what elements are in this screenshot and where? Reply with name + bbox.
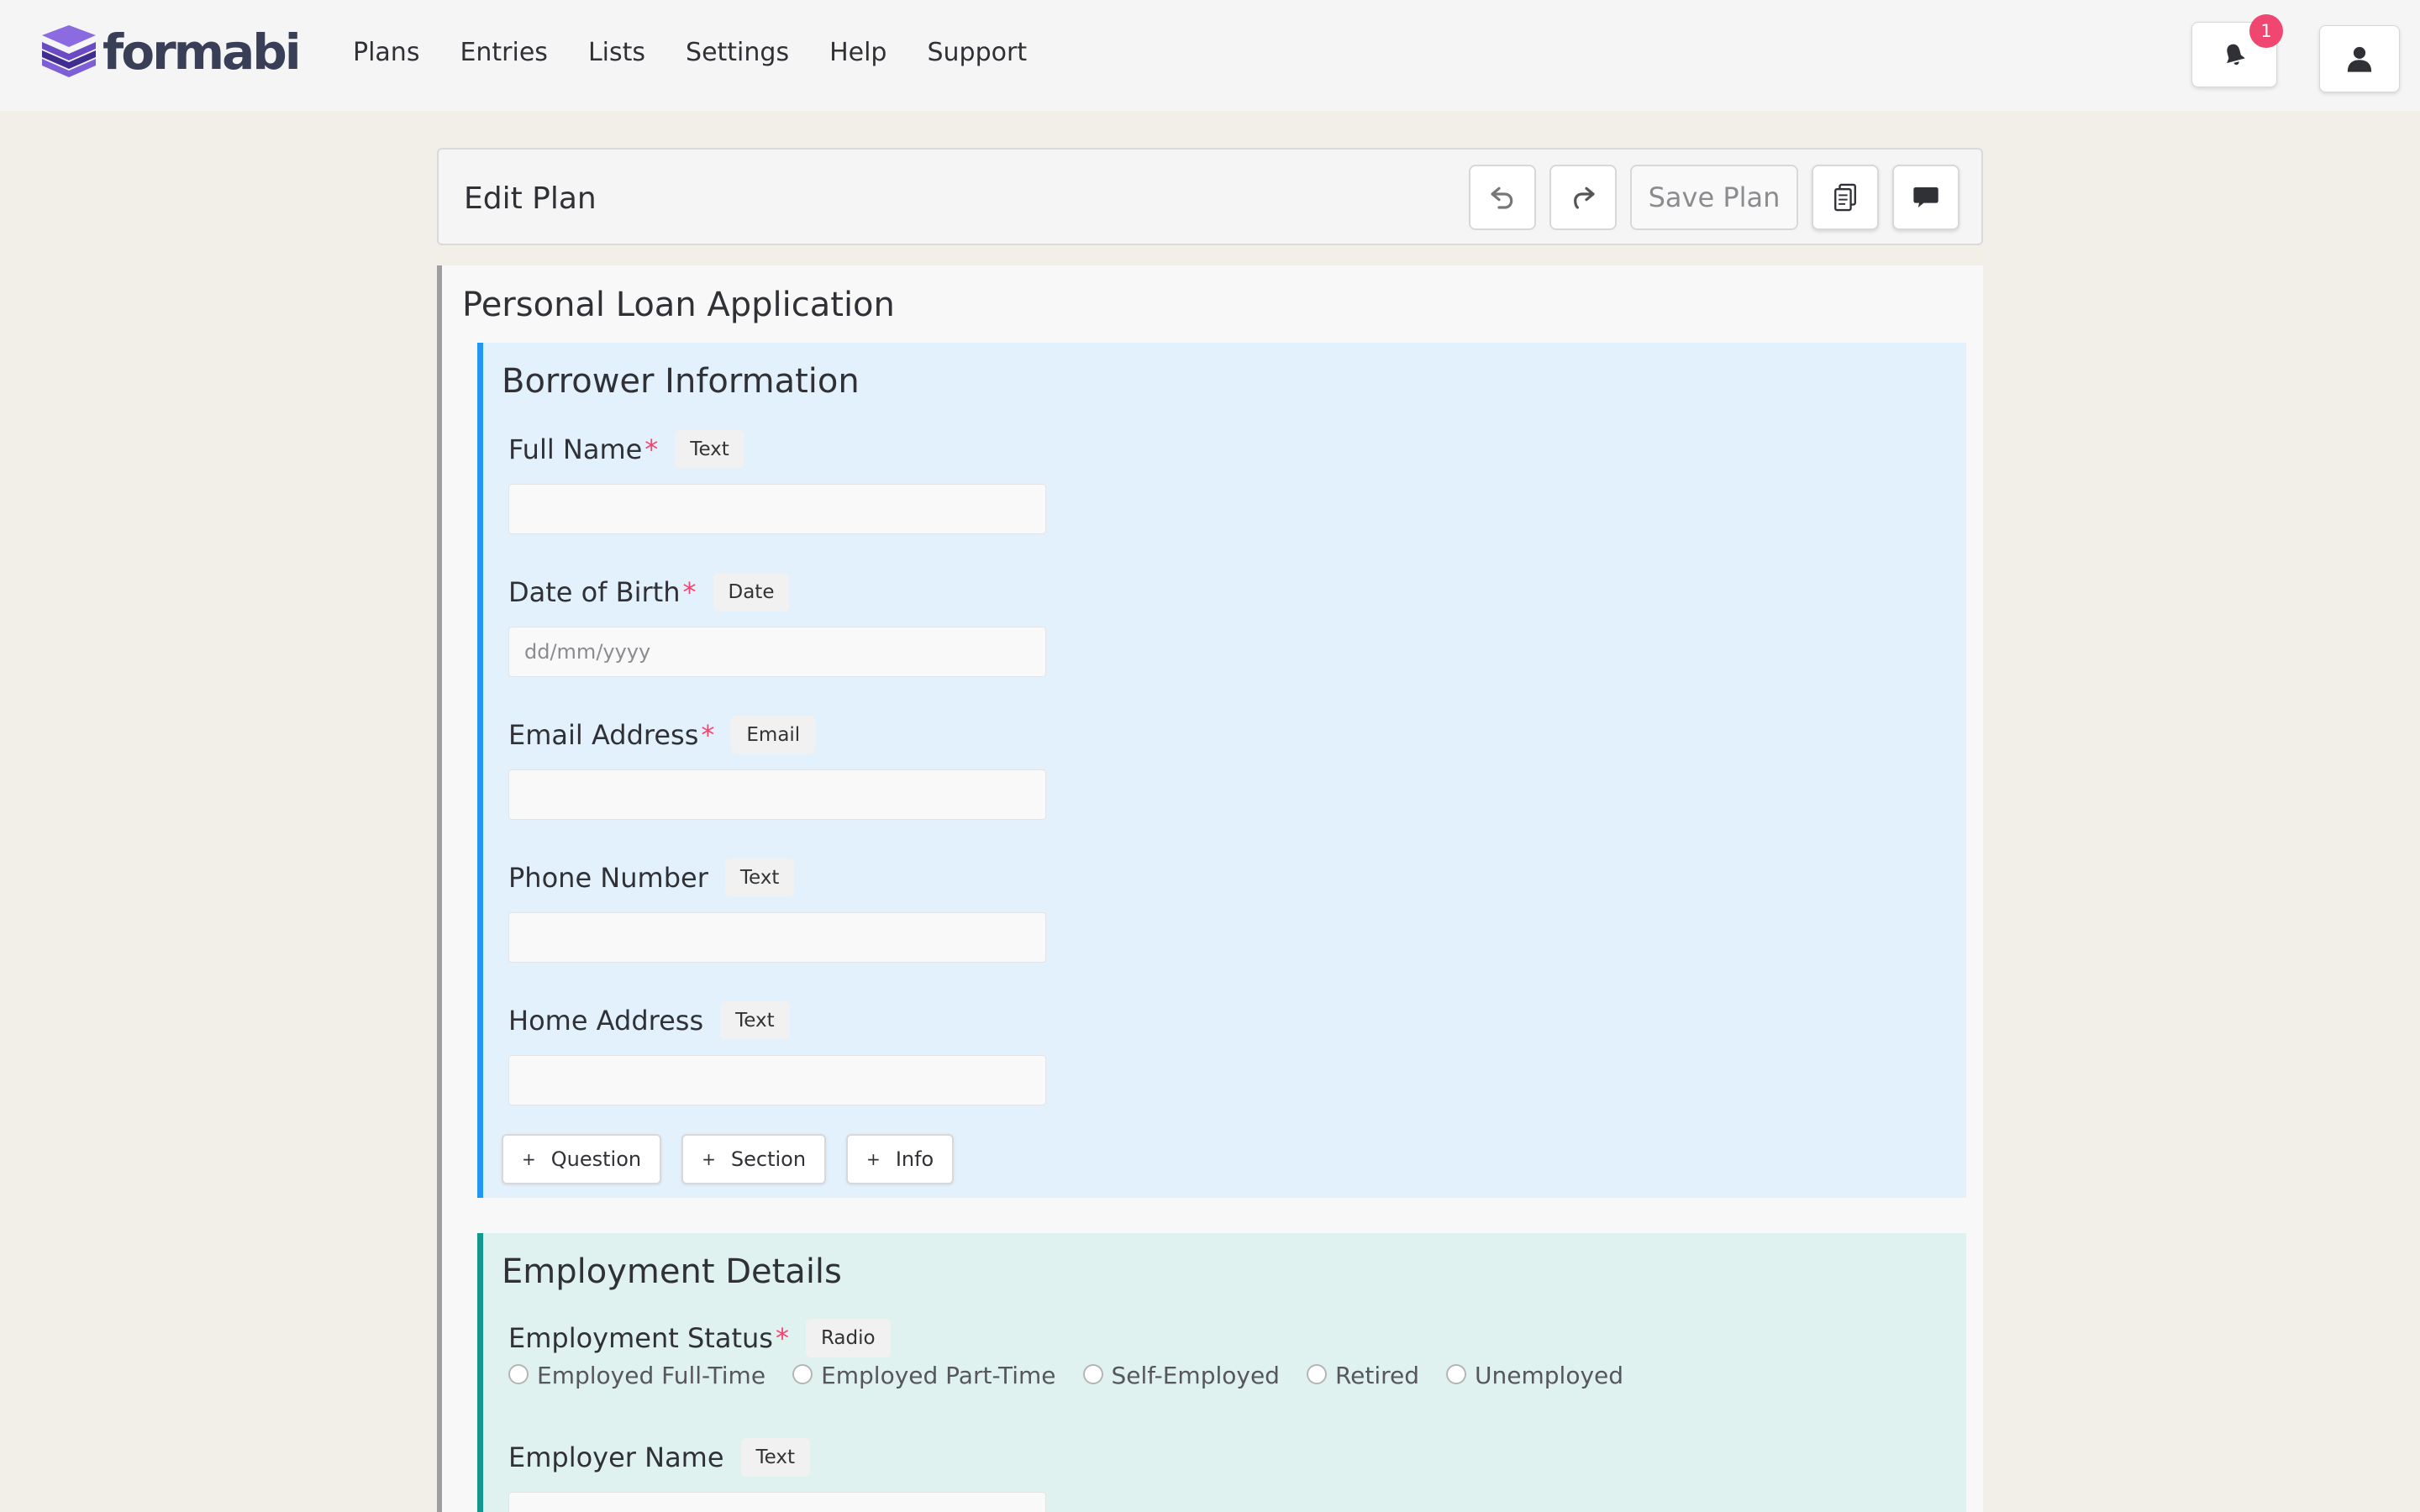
field-type-badge: Date bbox=[713, 573, 790, 612]
radio-option[interactable]: Retired bbox=[1306, 1361, 1420, 1391]
field-label: Email Address bbox=[508, 719, 699, 751]
radio-label: Employed Part-Time bbox=[821, 1362, 1056, 1389]
nav-plans[interactable]: Plans bbox=[353, 34, 419, 72]
add-button-label: Info bbox=[895, 1147, 934, 1171]
field-label: Phone Number bbox=[508, 862, 708, 894]
radio-option[interactable]: Employed Full-Time bbox=[508, 1361, 765, 1391]
section-title[interactable]: Borrower Information bbox=[502, 361, 860, 402]
employment-status-options: Employed Full-Time Employed Part-Time Se… bbox=[508, 1361, 1650, 1391]
field-full-name: Full Name * Text bbox=[508, 428, 1046, 534]
add-question-button[interactable]: + Question bbox=[502, 1134, 662, 1184]
plus-icon: + bbox=[522, 1149, 536, 1169]
radio-button[interactable] bbox=[1306, 1364, 1327, 1384]
page-title: Edit Plan bbox=[464, 181, 597, 216]
top-navbar: formabi Plans Entries Lists Settings Hel… bbox=[0, 0, 2420, 111]
redo-button[interactable] bbox=[1549, 165, 1617, 230]
nav-support[interactable]: Support bbox=[927, 34, 1027, 72]
field-label: Date of Birth bbox=[508, 576, 681, 608]
undo-icon bbox=[1491, 186, 1513, 209]
full-name-input[interactable] bbox=[508, 484, 1046, 534]
nav-settings[interactable]: Settings bbox=[686, 34, 789, 72]
add-button-label: Question bbox=[550, 1147, 642, 1171]
redo-icon bbox=[1574, 186, 1595, 209]
field-home-address: Home Address Text bbox=[508, 1000, 1046, 1105]
field-label: Employer Name bbox=[508, 1441, 724, 1473]
user-icon bbox=[2347, 46, 2372, 72]
field-label: Home Address bbox=[508, 1005, 704, 1037]
field-email-address: Email Address * Email bbox=[508, 714, 1046, 820]
nav-help[interactable]: Help bbox=[829, 34, 886, 72]
field-date-of-birth: Date of Birth * Date bbox=[508, 571, 1046, 677]
document-copy-icon bbox=[1834, 183, 1856, 212]
notification-count-badge: 1 bbox=[2249, 14, 2283, 48]
plus-icon: + bbox=[866, 1149, 881, 1169]
radio-label: Employed Full-Time bbox=[537, 1362, 766, 1389]
field-type-badge: Text bbox=[724, 858, 795, 897]
field-employer-name: Employer Name Text bbox=[508, 1436, 1046, 1512]
email-address-input[interactable] bbox=[508, 769, 1046, 820]
plus-icon: + bbox=[702, 1149, 716, 1169]
radio-option[interactable]: Employed Part-Time bbox=[792, 1361, 1056, 1391]
user-menu-button[interactable] bbox=[2319, 25, 2400, 92]
add-element-row: + Question + Section + Info bbox=[502, 1134, 974, 1184]
phone-number-input[interactable] bbox=[508, 912, 1046, 963]
radio-option[interactable]: Self-Employed bbox=[1082, 1361, 1280, 1391]
required-marker: * bbox=[682, 576, 697, 608]
undo-button[interactable] bbox=[1469, 165, 1536, 230]
field-phone-number: Phone Number Text bbox=[508, 857, 1046, 963]
radio-button[interactable] bbox=[1446, 1364, 1467, 1384]
comment-icon bbox=[1913, 187, 1939, 207]
add-section-button[interactable]: + Section bbox=[681, 1134, 827, 1184]
add-info-button[interactable]: + Info bbox=[846, 1134, 955, 1184]
radio-button[interactable] bbox=[1082, 1364, 1103, 1384]
save-plan-button[interactable]: Save Plan bbox=[1630, 165, 1798, 230]
date-of-birth-input[interactable] bbox=[508, 627, 1046, 677]
edit-plan-toolbar: Edit Plan Save Plan bbox=[437, 148, 1983, 245]
plan-editor: Personal Loan Application Borrower Infor… bbox=[437, 265, 1983, 1512]
section-borrower-information: Borrower Information Full Name * Text Da… bbox=[477, 343, 1966, 1198]
radio-button[interactable] bbox=[508, 1364, 529, 1384]
field-type-badge: Text bbox=[675, 430, 744, 469]
field-type-badge: Radio bbox=[805, 1319, 891, 1357]
required-marker: * bbox=[775, 1322, 789, 1354]
field-label: Employment Status bbox=[508, 1322, 773, 1354]
field-type-badge: Email bbox=[731, 716, 816, 754]
field-type-badge: Text bbox=[740, 1438, 811, 1477]
field-label: Full Name bbox=[508, 433, 643, 465]
required-marker: * bbox=[644, 433, 659, 465]
section-employment-details: Employment Details Employment Status * R… bbox=[477, 1233, 1966, 1512]
plan-title[interactable]: Personal Loan Application bbox=[462, 284, 895, 326]
logo-text: formabi bbox=[103, 24, 302, 81]
nav-lists[interactable]: Lists bbox=[588, 34, 645, 72]
radio-button[interactable] bbox=[792, 1364, 813, 1384]
formabi-logo[interactable]: formabi bbox=[39, 24, 302, 81]
required-marker: * bbox=[701, 719, 715, 751]
employer-name-input[interactable] bbox=[508, 1492, 1046, 1512]
main-nav: Plans Entries Lists Settings Help Suppor… bbox=[353, 34, 1067, 72]
add-button-label: Section bbox=[730, 1147, 807, 1171]
field-type-badge: Text bbox=[720, 1001, 790, 1040]
radio-option[interactable]: Unemployed bbox=[1446, 1361, 1623, 1391]
nav-entries[interactable]: Entries bbox=[460, 34, 548, 72]
field-employment-status: Employment Status * Radio Employed Full-… bbox=[508, 1317, 1650, 1391]
logo-layers-icon bbox=[42, 25, 96, 77]
radio-label: Unemployed bbox=[1475, 1362, 1624, 1389]
radio-label: Retired bbox=[1334, 1362, 1420, 1389]
home-address-input[interactable] bbox=[508, 1055, 1046, 1105]
copy-button[interactable] bbox=[1812, 165, 1879, 230]
bell-icon bbox=[2227, 44, 2245, 66]
section-title[interactable]: Employment Details bbox=[502, 1252, 842, 1292]
comments-button[interactable] bbox=[1892, 165, 1960, 230]
radio-label: Self-Employed bbox=[1111, 1362, 1280, 1389]
